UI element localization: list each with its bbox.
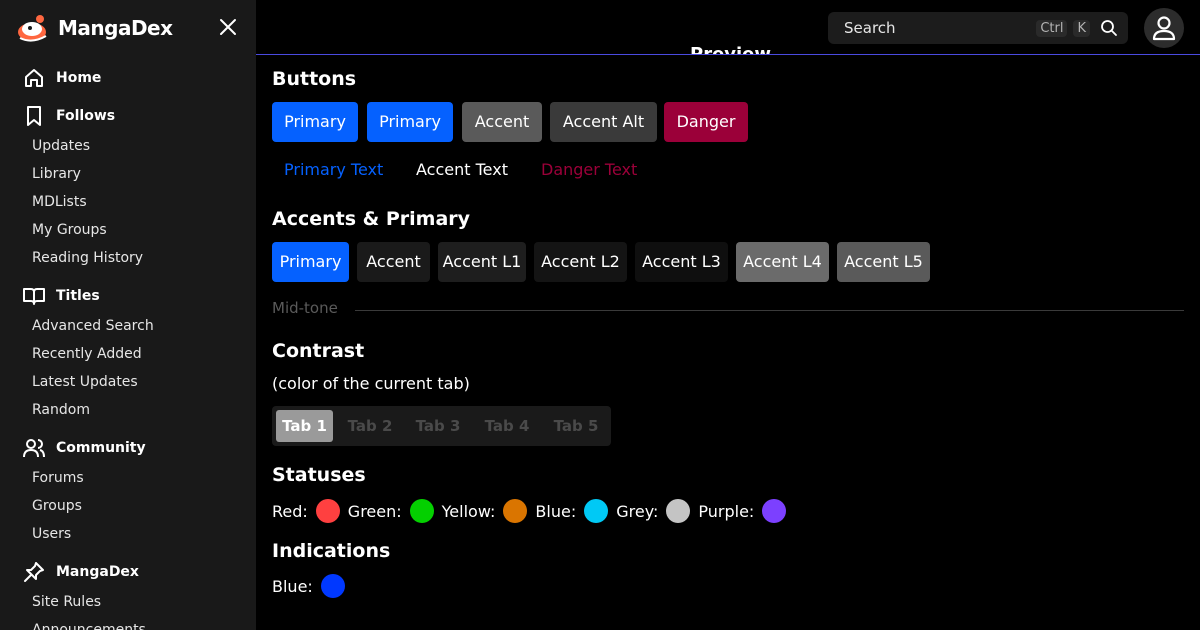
primary-button[interactable]: Primary (367, 102, 453, 142)
section-title-statuses: Statuses (272, 464, 366, 486)
user-avatar[interactable] (1144, 8, 1184, 48)
search-icon[interactable] (1100, 19, 1118, 37)
user-icon (1152, 16, 1176, 41)
status-dot-green (409, 499, 434, 523)
pin-icon (24, 562, 44, 582)
sidebar-item-groups[interactable]: Groups (32, 496, 82, 516)
sidebar-section-label: Community (56, 440, 146, 456)
status-label-grey: Grey: (616, 501, 659, 521)
danger-button[interactable]: Danger (664, 102, 748, 142)
sidebar-section-label: MangaDex (56, 564, 139, 580)
status-label-red: Red: (272, 501, 308, 521)
sidebar-item-updates[interactable]: Updates (32, 136, 90, 156)
indication-dot-blue (320, 574, 345, 598)
shortcut-ctrl: Ctrl (1036, 19, 1068, 37)
accent-text-button[interactable]: Accent Text (416, 159, 508, 181)
bookmark-icon (27, 106, 41, 126)
status-dot-blue (584, 499, 609, 523)
sidebar-item-random[interactable]: Random (32, 400, 90, 420)
sidebar-item-announcements[interactable]: Announcements (32, 620, 146, 630)
primary-text-button[interactable]: Primary Text (284, 159, 383, 181)
tab-1[interactable]: Tab 1 (276, 410, 333, 442)
tab-bar: Tab 1 Tab 2 Tab 3 Tab 4 Tab 5 (272, 406, 611, 446)
sidebar-item-site-rules[interactable]: Site Rules (32, 592, 101, 612)
sidebar-item-label: Home (56, 70, 102, 86)
sidebar-item-library[interactable]: Library (32, 164, 81, 184)
sidebar-item-recently-added[interactable]: Recently Added (32, 344, 142, 364)
swatch-accent-l3: Accent L3 (635, 242, 728, 282)
sidebar-item-latest-updates[interactable]: Latest Updates (32, 372, 138, 392)
contrast-note: (color of the current tab) (272, 374, 470, 393)
status-row: Red: Green: Yellow: Blue: Grey: Purple: (272, 498, 794, 524)
status-dot-grey (666, 499, 691, 523)
tab-5[interactable]: Tab 5 (545, 410, 607, 442)
sidebar-item-forums[interactable]: Forums (32, 468, 84, 488)
close-sidebar-icon[interactable] (218, 17, 238, 37)
sidebar-item-advanced-search[interactable]: Advanced Search (32, 316, 154, 336)
accent-button[interactable]: Accent (462, 102, 542, 142)
sidebar-item-mdlists[interactable]: MDLists (32, 192, 87, 212)
sidebar-section-mangadex[interactable]: MangaDex (22, 560, 139, 584)
sidebar-section-titles[interactable]: Titles (22, 284, 100, 308)
midtone-label: Mid-tone (272, 299, 338, 317)
section-title-accents: Accents & Primary (272, 208, 471, 230)
search-input[interactable]: Search Ctrl K (828, 12, 1128, 44)
indication-row: Blue: (272, 573, 353, 599)
book-open-icon (23, 288, 45, 305)
status-label-purple: Purple: (698, 501, 755, 521)
sidebar-item-home[interactable]: Home (22, 66, 101, 90)
users-icon (23, 439, 45, 458)
status-dot-purple (762, 499, 787, 523)
tab-4[interactable]: Tab 4 (476, 410, 538, 442)
status-dot-red (315, 499, 340, 523)
sidebar: MangaDex Home Follows Updates Library MD… (0, 0, 256, 630)
sidebar-item-reading-history[interactable]: Reading History (32, 248, 143, 268)
swatch-accent-l2: Accent L2 (534, 242, 627, 282)
sidebar-section-label: Follows (56, 108, 116, 124)
home-icon (25, 69, 43, 87)
swatch-accent-l4: Accent L4 (736, 242, 829, 282)
status-label-blue: Blue: (535, 501, 577, 521)
section-title-contrast: Contrast (272, 340, 365, 362)
page-title: Preview (690, 42, 771, 54)
swatch-accent: Accent (357, 242, 430, 282)
sidebar-item-users[interactable]: Users (32, 524, 71, 544)
sidebar-section-label: Titles (56, 288, 100, 304)
primary-button[interactable]: Primary (272, 102, 358, 142)
danger-text-button[interactable]: Danger Text (541, 159, 637, 181)
indication-label-blue: Blue: (272, 576, 313, 596)
search-placeholder: Search (844, 19, 896, 37)
tab-2[interactable]: Tab 2 (340, 410, 400, 442)
swatch-accent-l1: Accent L1 (438, 242, 526, 282)
logo[interactable]: MangaDex (16, 12, 173, 44)
swatch-primary: Primary (272, 242, 349, 282)
shortcut-key: K (1073, 19, 1090, 37)
tab-3[interactable]: Tab 3 (407, 410, 469, 442)
section-title-buttons: Buttons (272, 68, 357, 90)
midtone-divider (355, 310, 1184, 311)
status-dot-yellow (503, 499, 528, 523)
app-name: MangaDex (58, 16, 173, 40)
status-label-yellow: Yellow: (441, 501, 496, 521)
sidebar-section-community[interactable]: Community (22, 436, 146, 460)
sidebar-item-my-groups[interactable]: My Groups (32, 220, 107, 240)
section-title-indications: Indications (272, 540, 391, 562)
mangadex-logo-icon (16, 12, 52, 44)
sidebar-section-follows[interactable]: Follows (22, 104, 115, 128)
header-divider (256, 54, 1200, 55)
accent-alt-button[interactable]: Accent Alt (550, 102, 657, 142)
swatch-accent-l5: Accent L5 (837, 242, 930, 282)
status-label-green: Green: (347, 501, 402, 521)
